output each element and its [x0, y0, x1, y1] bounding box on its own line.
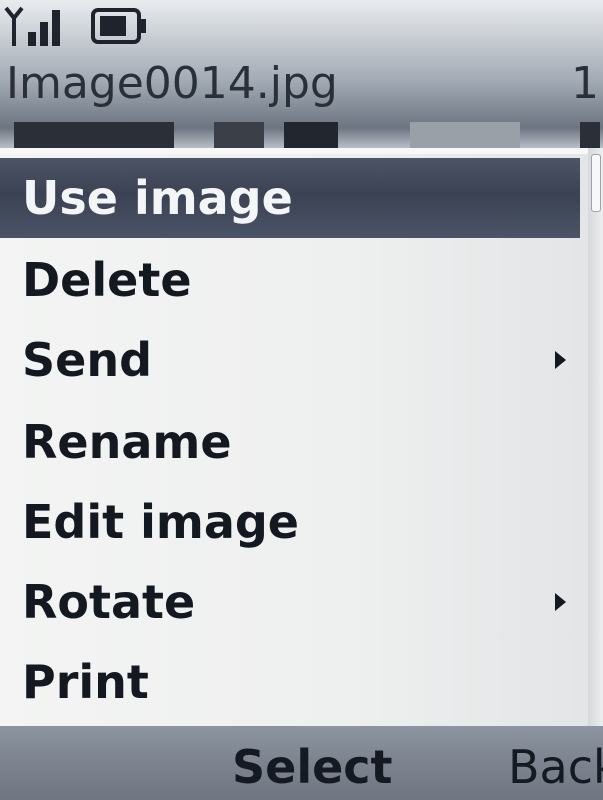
menu-item-label: Use image [22, 171, 293, 225]
menu-scrollbar[interactable] [588, 148, 603, 726]
menu-item-send[interactable]: Send [0, 320, 580, 400]
battery-icon [91, 8, 146, 44]
menu-item-label: Send [22, 333, 153, 387]
phone-screen: Image0014.jpg 1 Use image Delete Send Re… [0, 0, 603, 800]
menu-item-edit-image[interactable]: Edit image [0, 482, 580, 562]
back-softkey[interactable]: Back [508, 734, 603, 800]
file-name-title: Image0014.jpg [6, 58, 338, 109]
menu-item-rename[interactable]: Rename [0, 402, 580, 482]
header: Image0014.jpg 1 [0, 56, 603, 116]
menu-item-label: Rotate [22, 575, 196, 629]
menu-item-print[interactable]: Print [0, 642, 580, 722]
menu-item-label: Delete [22, 253, 192, 307]
options-menu: Use image Delete Send Rename Edit image … [0, 148, 588, 726]
menu-item-rotate[interactable]: Rotate [0, 562, 580, 642]
submenu-arrow-icon [555, 593, 566, 611]
softkey-bar: Select Back [0, 726, 603, 800]
menu-item-use-image[interactable]: Use image [0, 158, 580, 238]
select-softkey[interactable]: Select [232, 734, 393, 800]
menu-item-label: Rename [22, 415, 232, 469]
menu-item-label: Edit image [22, 495, 299, 549]
menu-item-label: Print [22, 655, 149, 709]
submenu-arrow-icon [555, 351, 566, 369]
scrollbar-thumb[interactable] [591, 154, 601, 212]
status-bar [0, 0, 603, 56]
image-index: 1 [571, 58, 599, 109]
menu-item-delete[interactable]: Delete [0, 240, 580, 320]
signal-strength-icon [4, 6, 60, 46]
